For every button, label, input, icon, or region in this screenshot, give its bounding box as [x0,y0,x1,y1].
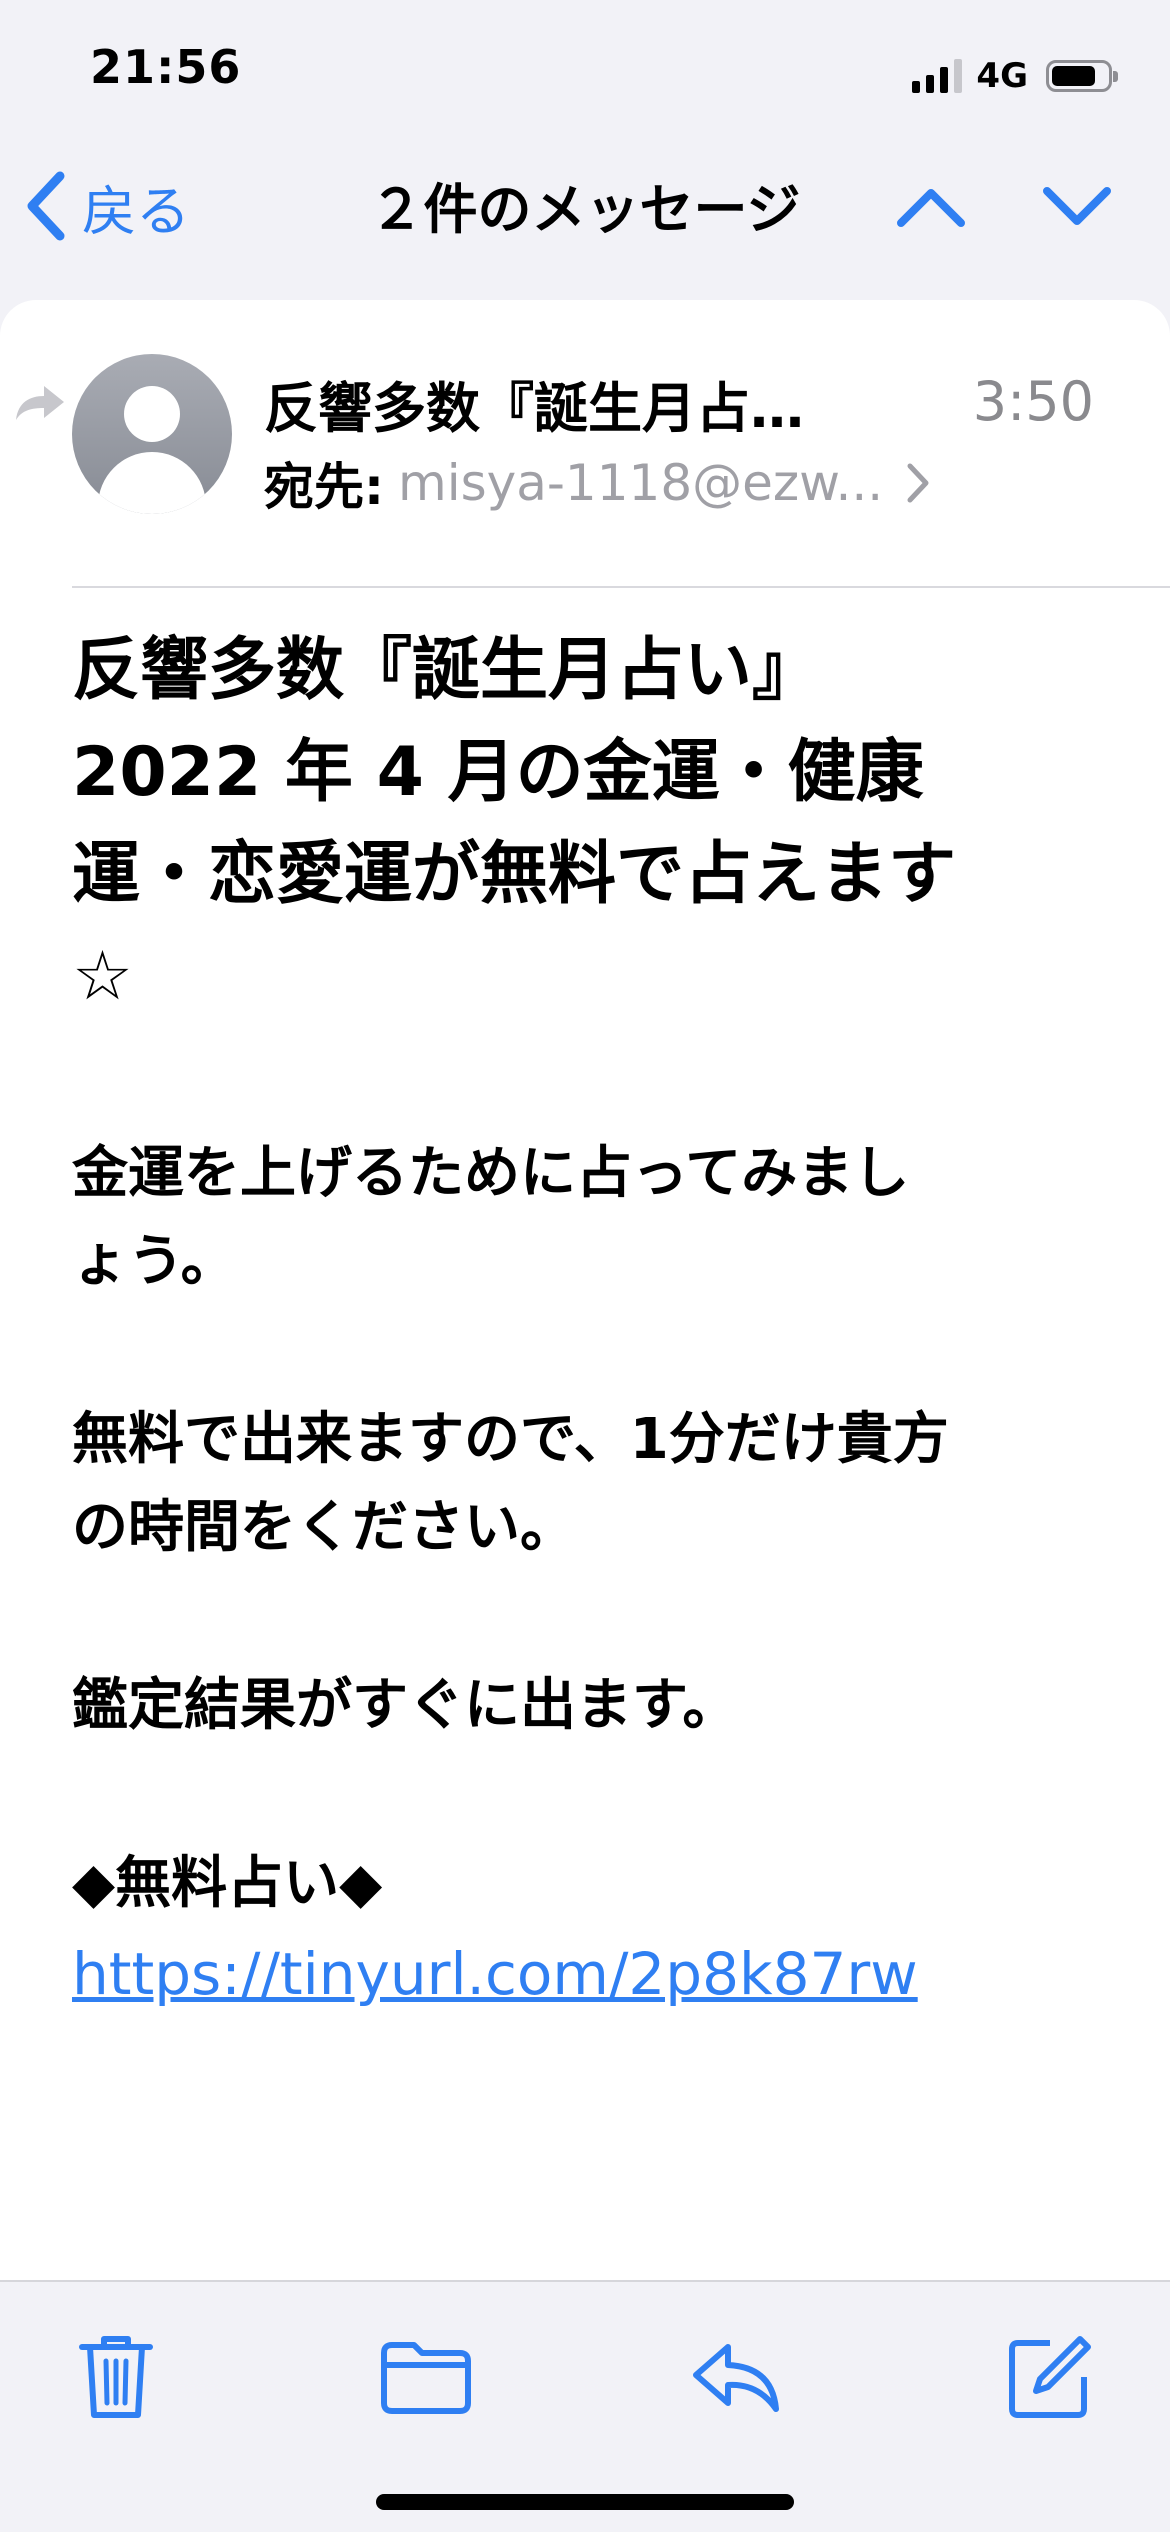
chevron-left-icon [27,171,65,241]
chevron-up-icon [897,189,965,227]
next-message-button[interactable] [1032,172,1122,242]
network-type: 4G [976,56,1028,96]
body-link[interactable]: https://tinyurl.com/2p8k87rw [72,1940,918,2008]
reply-icon [693,2344,779,2412]
folder-icon [381,2342,471,2414]
sender-avatar[interactable] [72,354,232,514]
body-paragraph-free-fortune: ◆無料占い◆ [72,1851,383,1916]
body-paragraph-result: 鑑定結果がすぐに出ます。 [72,1673,739,1738]
battery-level [1052,66,1095,86]
subject-line: 反響多数『誕生月占い』 [72,631,821,710]
chevron-down-icon [1043,187,1111,225]
sender-name[interactable]: 反響多数『誕生月占… [264,364,884,443]
status-indicators: 4G [912,52,1118,100]
message-card: 反響多数『誕生月占… 3:50 宛先: misya-1118@ezw... 反響… [0,300,1170,2280]
to-address: misya-1118@ezw... [398,454,884,512]
header-divider [72,586,1170,588]
signal-icon [912,59,963,93]
star-symbol: ☆ [72,937,133,1016]
home-indicator [376,2494,794,2510]
back-button[interactable]: 戻る [24,166,190,246]
body-line: の時間をください。 [72,1495,576,1560]
recipient-line[interactable]: 宛先: misya-1118@ezw... [264,448,1024,518]
bottom-toolbar [0,2280,1170,2532]
compose-button[interactable] [990,2322,1110,2432]
message-subject: 反響多数『誕生月占い』 2022 年 4 月の金運・健康 運・恋愛運が無料で占え… [72,620,1112,1028]
nav-title: ２件のメッセージ [369,178,801,241]
back-label: 戻る [82,179,190,243]
delete-button[interactable] [56,2322,176,2432]
status-time: 21:56 [90,40,242,94]
previous-message-button[interactable] [886,172,976,242]
to-label: 宛先: [264,458,384,516]
trash-icon [79,2336,153,2418]
mail-screen: 21:56 4G 戻る ２件のメッセージ 反響多数『誕生月占… 3:50 宛先:… [0,0,1170,2532]
body-paragraph-free: 無料で出来ますので、1分だけ貴方 の時間をください。 [72,1396,1112,1572]
compose-icon [1009,2336,1091,2418]
subject-line: 運・恋愛運が無料で占えます [72,835,957,914]
reply-button[interactable] [676,2322,796,2432]
status-bar: 21:56 4G [0,0,1170,140]
subject-line: 2022 年 4 月の金運・健康 [72,733,924,812]
nav-bar: 戻る ２件のメッセージ [0,140,1170,270]
message-time: 3:50 [972,370,1094,433]
battery-icon [1046,60,1118,92]
body-line: ょう。 [72,1229,237,1294]
body-paragraph-fortune: 金運を上げるために占ってみまし ょう。 [72,1130,1112,1306]
replied-arrow-icon [16,386,64,420]
chevron-right-icon [907,463,929,503]
body-line: 金運を上げるために占ってみまし [72,1141,910,1206]
body-line: 無料で出来ますので、1分だけ貴方 [72,1407,949,1472]
move-to-folder-button[interactable] [366,2322,486,2432]
